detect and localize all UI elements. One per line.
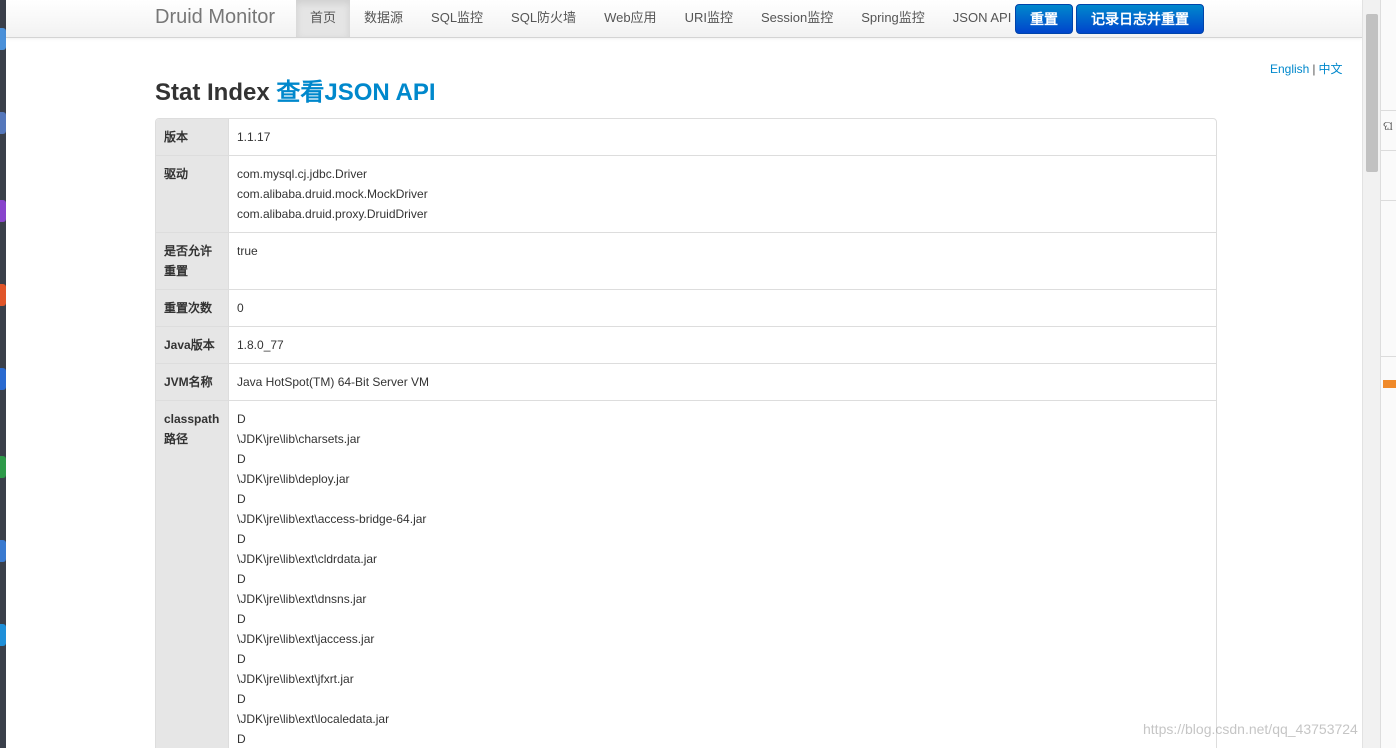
stat-value: Java HotSpot(TM) 64-Bit Server VM (228, 364, 1216, 400)
stat-value-line: com.alibaba.druid.mock.MockDriver (237, 187, 428, 201)
page-title-text: Stat Index (155, 79, 270, 106)
vertical-scrollbar[interactable] (1362, 0, 1381, 748)
browser-viewport: Druid Monitor 首页 数据源 SQL监控 SQL防火墙 Web应用 … (0, 0, 1396, 748)
nav-item-session-monitor[interactable]: Session监控 (747, 0, 847, 37)
stat-value: D \JDK\jre\lib\charsets.jar D \JDK\jre\lib\… (228, 401, 1216, 748)
nav-item-json-api[interactable]: JSON API (939, 0, 1026, 37)
divider (1381, 200, 1396, 201)
stat-value-line: \JDK\jre\lib\ext\cldrdata.jar (237, 552, 378, 566)
stat-label: 重置次数 (156, 290, 228, 326)
divider (1381, 110, 1396, 111)
background-accent (1383, 380, 1396, 388)
nav-item-uri-monitor[interactable]: URI监控 (671, 0, 747, 37)
page-title: Stat Index 查看JSON API (155, 72, 436, 107)
stat-value-line: com.alibaba.druid.proxy.DruidDriver (237, 207, 428, 221)
nav-item-sql-firewall[interactable]: SQL防火墙 (497, 0, 590, 37)
stat-row: Java版本 1.8.0_77 (156, 326, 1216, 363)
stat-value-line: \JDK\jre\lib\deploy.jar (237, 472, 350, 486)
stat-row: 是否允许重置 true (156, 232, 1216, 289)
divider (1381, 356, 1396, 357)
stat-value-line: D (237, 612, 246, 626)
stat-label: Java版本 (156, 327, 228, 363)
desktop-app-icon (0, 112, 6, 134)
stat-value-line: 1.1.17 (237, 130, 271, 144)
stat-value-line: D (237, 532, 246, 546)
scrollbar-thumb[interactable] (1366, 14, 1378, 172)
nav-menu: 首页 数据源 SQL监控 SQL防火墙 Web应用 URI监控 Session监… (296, 0, 1025, 37)
stat-row: 版本 1.1.17 (156, 119, 1216, 155)
top-navbar: Druid Monitor 首页 数据源 SQL监控 SQL防火墙 Web应用 … (6, 0, 1362, 38)
brand-title[interactable]: Druid Monitor (155, 6, 275, 29)
stat-value-line: \JDK\jre\lib\ext\jaccess.jar (237, 632, 375, 646)
desktop-app-icon (0, 200, 6, 222)
stat-value-line: D (237, 692, 246, 706)
desktop-app-icon (0, 456, 6, 478)
stat-label: JVM名称 (156, 364, 228, 400)
stat-value-line: \JDK\jre\lib\ext\localedata.jar (237, 712, 390, 726)
stat-value-line: com.mysql.cj.jdbc.Driver (237, 167, 368, 181)
stat-value-line: D (237, 732, 246, 746)
stat-value: 1.1.17 (228, 119, 1216, 155)
stat-value-line: 0 (237, 301, 244, 315)
stat-value: com.mysql.cj.jdbc.Driver com.alibaba.drui… (228, 156, 1216, 232)
stat-label: 驱动 (156, 156, 228, 232)
nav-item-datasource[interactable]: 数据源 (350, 0, 417, 37)
stat-label: 是否允许重置 (156, 233, 228, 289)
stat-value-line: \JDK\jre\lib\charsets.jar (237, 432, 361, 446)
desktop-app-icon (0, 624, 6, 646)
stat-value-line: \JDK\jre\lib\ext\dnsns.jar (237, 592, 367, 606)
stat-value: 1.8.0_77 (228, 327, 1216, 363)
stat-label: 版本 (156, 119, 228, 155)
nav-item-spring-monitor[interactable]: Spring监控 (847, 0, 939, 37)
stat-value-line: D (237, 492, 246, 506)
nav-item-home[interactable]: 首页 (296, 0, 351, 37)
stat-value: 0 (228, 290, 1216, 326)
lang-english-link[interactable]: English (1270, 62, 1309, 76)
nav-item-web-app[interactable]: Web应用 (590, 0, 671, 37)
stat-value-line: D (237, 652, 246, 666)
json-api-link[interactable]: 查看JSON API (276, 79, 435, 106)
stat-label: classpath路径 (156, 401, 228, 748)
divider (1381, 150, 1396, 151)
background-window-strip: ଘ (1380, 0, 1396, 748)
desktop-app-icon (0, 540, 6, 562)
background-glyph: ଘ (1383, 118, 1394, 133)
stat-value-line: \JDK\jre\lib\ext\jfxrt.jar (237, 672, 354, 686)
stat-row: 重置次数 0 (156, 289, 1216, 326)
stat-value: true (228, 233, 1216, 289)
lang-chinese-link[interactable]: 中文 (1318, 62, 1342, 76)
stat-value-line: true (237, 244, 258, 258)
log-and-reset-button[interactable]: 记录日志并重置 (1076, 4, 1204, 34)
stat-row: classpath路径 D \JDK\jre\lib\charsets.jar D \J… (156, 400, 1216, 748)
desktop-app-icon (0, 368, 6, 390)
stat-value-line: D (237, 412, 246, 426)
desktop-app-icon (0, 284, 6, 306)
stat-value-line: D (237, 452, 246, 466)
desktop-strip (0, 0, 6, 748)
stat-row: JVM名称 Java HotSpot(TM) 64-Bit Server VM (156, 363, 1216, 400)
stat-row: 驱动 com.mysql.cj.jdbc.Driver com.alibaba.dr… (156, 155, 1216, 232)
language-switcher: English | 中文 (1270, 60, 1343, 77)
stat-value-line: \JDK\jre\lib\ext\access-bridge-64.jar (237, 512, 427, 526)
reset-button[interactable]: 重置 (1015, 4, 1073, 34)
stat-value-line: 1.8.0_77 (237, 338, 284, 352)
nav-item-sql-monitor[interactable]: SQL监控 (417, 0, 497, 37)
stat-value-line: Java HotSpot(TM) 64-Bit Server VM (237, 375, 430, 389)
stat-index-table: 版本 1.1.17 驱动 com.mysql.cj.jdbc.Driver com.al… (155, 118, 1217, 748)
stat-value-line: D (237, 572, 246, 586)
watermark: https://blog.csdn.net/qq_43753724 (1143, 721, 1358, 737)
